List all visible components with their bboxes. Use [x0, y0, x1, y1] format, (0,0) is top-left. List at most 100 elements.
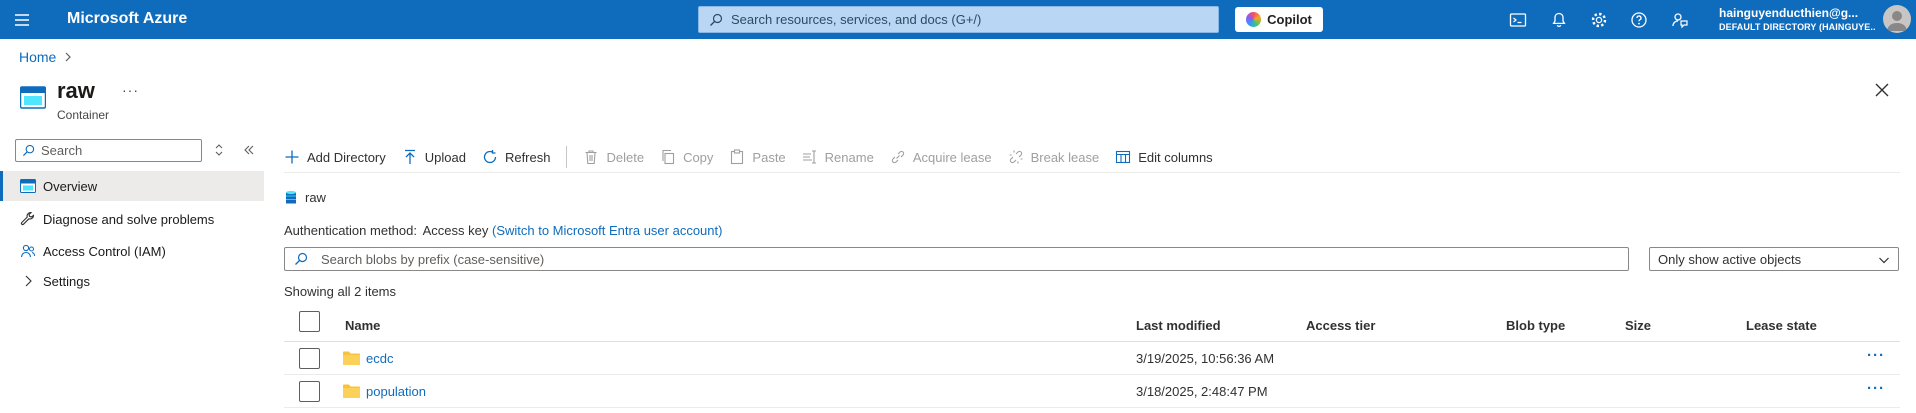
- dropdown-value: Only show active objects: [1658, 251, 1802, 267]
- acquire-lease-button[interactable]: Acquire lease: [890, 149, 992, 165]
- refresh-icon: [482, 149, 498, 165]
- row-last-modified: 3/18/2025, 2:48:47 PM: [1136, 384, 1268, 399]
- search-icon: [294, 252, 308, 266]
- bell-icon[interactable]: [1549, 10, 1569, 30]
- breadcrumb-home[interactable]: Home: [19, 49, 56, 65]
- more-actions-button[interactable]: ···: [122, 82, 139, 98]
- copy-button[interactable]: Copy: [660, 149, 713, 165]
- column-last-modified[interactable]: Last modified: [1136, 318, 1221, 333]
- active-objects-dropdown[interactable]: Only show active objects: [1649, 247, 1899, 271]
- delete-label: Delete: [606, 149, 645, 165]
- copy-icon: [660, 149, 676, 165]
- copy-label: Copy: [683, 149, 714, 165]
- people-icon: [20, 243, 36, 259]
- blob-search-input[interactable]: [321, 251, 1521, 267]
- delete-button[interactable]: Delete: [583, 149, 644, 165]
- top-bar: Microsoft Azure Search resources, servic…: [0, 0, 1916, 39]
- auth-label: Authentication method:: [284, 223, 417, 238]
- sidebar-item-overview[interactable]: Overview: [0, 171, 264, 201]
- close-icon[interactable]: [1874, 82, 1890, 98]
- select-all-checkbox[interactable]: [299, 311, 320, 332]
- paste-button[interactable]: Paste: [729, 149, 786, 165]
- column-lease-state[interactable]: Lease state: [1746, 318, 1817, 333]
- breadcrumb: Home: [19, 49, 72, 65]
- nav-search-field[interactable]: [15, 139, 202, 162]
- command-divider: [566, 146, 568, 168]
- menu-icon[interactable]: [12, 10, 32, 30]
- link-icon: [890, 149, 906, 165]
- nav-search-input[interactable]: [41, 143, 191, 158]
- wrench-icon: [20, 211, 36, 227]
- feedback-icon[interactable]: [1670, 10, 1690, 30]
- sidebar-item-settings[interactable]: Settings: [0, 266, 264, 296]
- chevron-right-icon: [64, 52, 72, 62]
- chevron-right-icon: [20, 273, 36, 289]
- account-menu[interactable]: hainguyenducthien@g... DEFAULT DIRECTORY…: [1719, 6, 1875, 32]
- sidebar-item-label: Overview: [43, 178, 98, 194]
- edit-columns-button[interactable]: Edit columns: [1115, 149, 1213, 165]
- search-icon: [709, 13, 723, 27]
- rename-label: Rename: [824, 149, 874, 165]
- global-search-placeholder: Search resources, services, and docs (G+…: [731, 12, 982, 27]
- paste-label: Paste: [752, 149, 786, 165]
- column-access-tier[interactable]: Access tier: [1306, 318, 1375, 333]
- container-icon: [20, 85, 46, 109]
- column-name[interactable]: Name: [345, 318, 380, 333]
- folder-icon: [343, 384, 360, 398]
- gear-icon[interactable]: [1589, 10, 1609, 30]
- sort-icon[interactable]: [213, 143, 225, 157]
- trash-icon: [583, 149, 599, 165]
- row-more-button[interactable]: ···: [1867, 347, 1885, 364]
- brand-title[interactable]: Microsoft Azure: [67, 10, 187, 28]
- chevron-down-icon: [1878, 254, 1890, 266]
- row-checkbox[interactable]: [299, 381, 320, 402]
- collapse-icon[interactable]: [242, 143, 256, 157]
- add-directory-label: Add Directory: [307, 149, 386, 165]
- cloud-shell-icon[interactable]: [1508, 10, 1528, 30]
- add-directory-button[interactable]: Add Directory: [284, 149, 386, 165]
- upload-icon: [402, 149, 418, 165]
- edit-columns-icon: [1115, 149, 1131, 165]
- account-user: hainguyenducthien@g...: [1719, 6, 1859, 20]
- location-label: raw: [305, 190, 326, 205]
- break-lease-label: Break lease: [1030, 149, 1100, 165]
- copilot-button[interactable]: Copilot: [1235, 7, 1323, 32]
- auth-method: Authentication method: Access key (Switc…: [284, 223, 722, 238]
- row-name-link[interactable]: population: [366, 384, 426, 399]
- column-blob-type[interactable]: Blob type: [1506, 318, 1565, 333]
- container-icon: [20, 178, 36, 194]
- avatar[interactable]: [1883, 5, 1911, 33]
- sidebar-item-label: Access Control (IAM): [43, 243, 166, 259]
- edit-columns-label: Edit columns: [1138, 149, 1213, 165]
- row-more-button[interactable]: ···: [1867, 380, 1885, 397]
- help-icon[interactable]: [1629, 10, 1649, 30]
- folder-icon: [343, 351, 360, 365]
- copilot-icon: [1246, 12, 1262, 27]
- blob-search-field[interactable]: [284, 247, 1629, 271]
- sidebar-item-label: Diagnose and solve problems: [43, 211, 215, 227]
- acquire-lease-label: Acquire lease: [912, 149, 992, 165]
- container-location: raw: [285, 190, 326, 205]
- sidebar-item-diagnose[interactable]: Diagnose and solve problems: [0, 204, 264, 234]
- search-icon: [22, 144, 35, 157]
- global-search-input[interactable]: Search resources, services, and docs (G+…: [698, 6, 1219, 33]
- sidebar-item-label: Settings: [43, 273, 90, 289]
- break-lease-button[interactable]: Break lease: [1008, 149, 1100, 165]
- row-checkbox[interactable]: [299, 348, 320, 369]
- rename-button[interactable]: Rename: [802, 149, 874, 165]
- sidebar-item-access-control[interactable]: Access Control (IAM): [0, 236, 264, 266]
- row-name-link[interactable]: ecdc: [366, 351, 393, 366]
- table-row[interactable]: ecdc 3/19/2025, 10:56:36 AM ···: [284, 342, 1900, 375]
- upload-label: Upload: [424, 149, 466, 165]
- upload-button[interactable]: Upload: [402, 149, 466, 165]
- switch-auth-link[interactable]: (Switch to Microsoft Entra user account): [492, 223, 722, 238]
- table-row[interactable]: population 3/18/2025, 2:48:47 PM ···: [284, 375, 1900, 408]
- page-title: raw: [57, 78, 95, 103]
- column-size[interactable]: Size: [1625, 318, 1651, 333]
- refresh-button[interactable]: Refresh: [482, 149, 551, 165]
- storage-container-icon: [285, 190, 297, 205]
- command-bar: Add Directory Upload Refresh Delete Copy…: [284, 145, 1229, 169]
- refresh-label: Refresh: [504, 149, 551, 165]
- account-directory: DEFAULT DIRECTORY (HAINGUYE...: [1719, 22, 1875, 32]
- copilot-label: Copilot: [1267, 12, 1312, 27]
